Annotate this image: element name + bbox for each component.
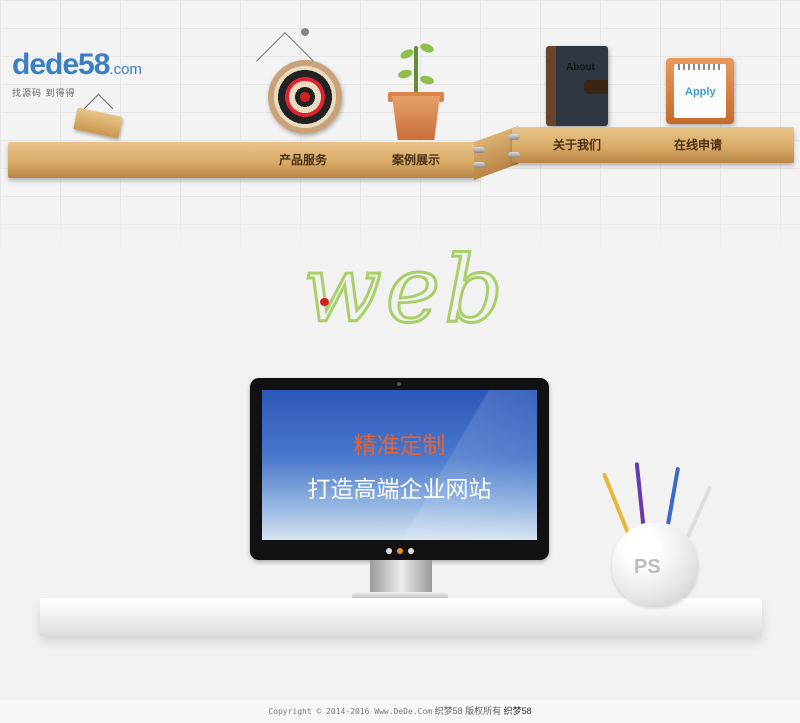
potted-plant-icon — [388, 40, 444, 140]
monitor-stand-neck — [370, 560, 432, 596]
brush-cup-icon: PS — [612, 522, 698, 606]
logo-wordmark: dede58.com — [12, 50, 142, 85]
footer-rights: 版权所有 — [465, 706, 502, 716]
plant-leaf — [398, 47, 416, 61]
footer-copyright: Copyright © 2014-2016 Www.DeDe.Com — [268, 707, 433, 716]
footer-owner-link[interactable]: 织梦58 — [504, 706, 532, 716]
about-notebook-icon[interactable]: About — [546, 46, 608, 126]
nav-item-apply[interactable]: 在线申请 — [674, 136, 722, 153]
cup-label: PS — [634, 556, 661, 578]
vine-web-word: web — [301, 236, 508, 343]
logo-brand-prefix: dede — [12, 48, 79, 81]
slide-indicator[interactable] — [386, 548, 392, 554]
shelf-bolt — [508, 152, 520, 158]
dartboard-pin — [301, 28, 309, 36]
logo-tagline: 找源码 到得得 — [12, 88, 76, 98]
logo-brand-suffix: .com — [109, 61, 142, 78]
flower-pot — [392, 96, 440, 140]
paintbrush-icon — [634, 462, 646, 533]
dartboard-icon — [256, 28, 342, 134]
hero-headline: 精准定制 — [353, 432, 446, 458]
paintbrush-icon — [601, 472, 632, 539]
shelf-bolt — [508, 134, 520, 140]
apply-notepad-icon[interactable]: Apply — [666, 58, 734, 124]
nav-item-cases[interactable]: 案例展示 — [392, 151, 440, 168]
plant-leaf — [419, 74, 435, 86]
hero-subline: 打造高端企业网站 — [307, 476, 492, 502]
plant-leaf — [419, 41, 435, 55]
slide-indicator[interactable] — [408, 548, 414, 554]
notepad-sheet: Apply — [674, 64, 726, 118]
screen-gloss — [397, 390, 537, 540]
footer-owner: 织梦58 — [434, 706, 463, 716]
ladybug-icon — [320, 298, 329, 306]
site-logo[interactable]: dede58.com 找源码 到得得 — [12, 50, 142, 99]
monitor-screen: 精准定制 打造高端企业网站 — [262, 390, 537, 540]
slide-indicator-active[interactable] — [397, 548, 403, 554]
monitor-icon: 精准定制 打造高端企业网站 — [250, 378, 549, 560]
dartboard-face — [268, 60, 342, 134]
notebook-clasp — [584, 80, 608, 94]
notebook-label: About — [566, 62, 595, 73]
nav-item-products[interactable]: 产品服务 — [279, 151, 327, 168]
nav-item-about[interactable]: 关于我们 — [553, 136, 601, 153]
shelf-bolt — [473, 147, 485, 153]
notepad-label: Apply — [685, 86, 716, 98]
plant-leaf — [397, 68, 413, 80]
footer: Copyright © 2014-2016 Www.DeDe.Com 织梦58 … — [0, 700, 800, 723]
logo-brand-number: 58 — [78, 48, 110, 81]
monitor-camera — [397, 382, 401, 386]
plant-stem — [414, 46, 418, 96]
notepad-rings — [678, 64, 722, 70]
shelf-bolt — [473, 162, 485, 168]
